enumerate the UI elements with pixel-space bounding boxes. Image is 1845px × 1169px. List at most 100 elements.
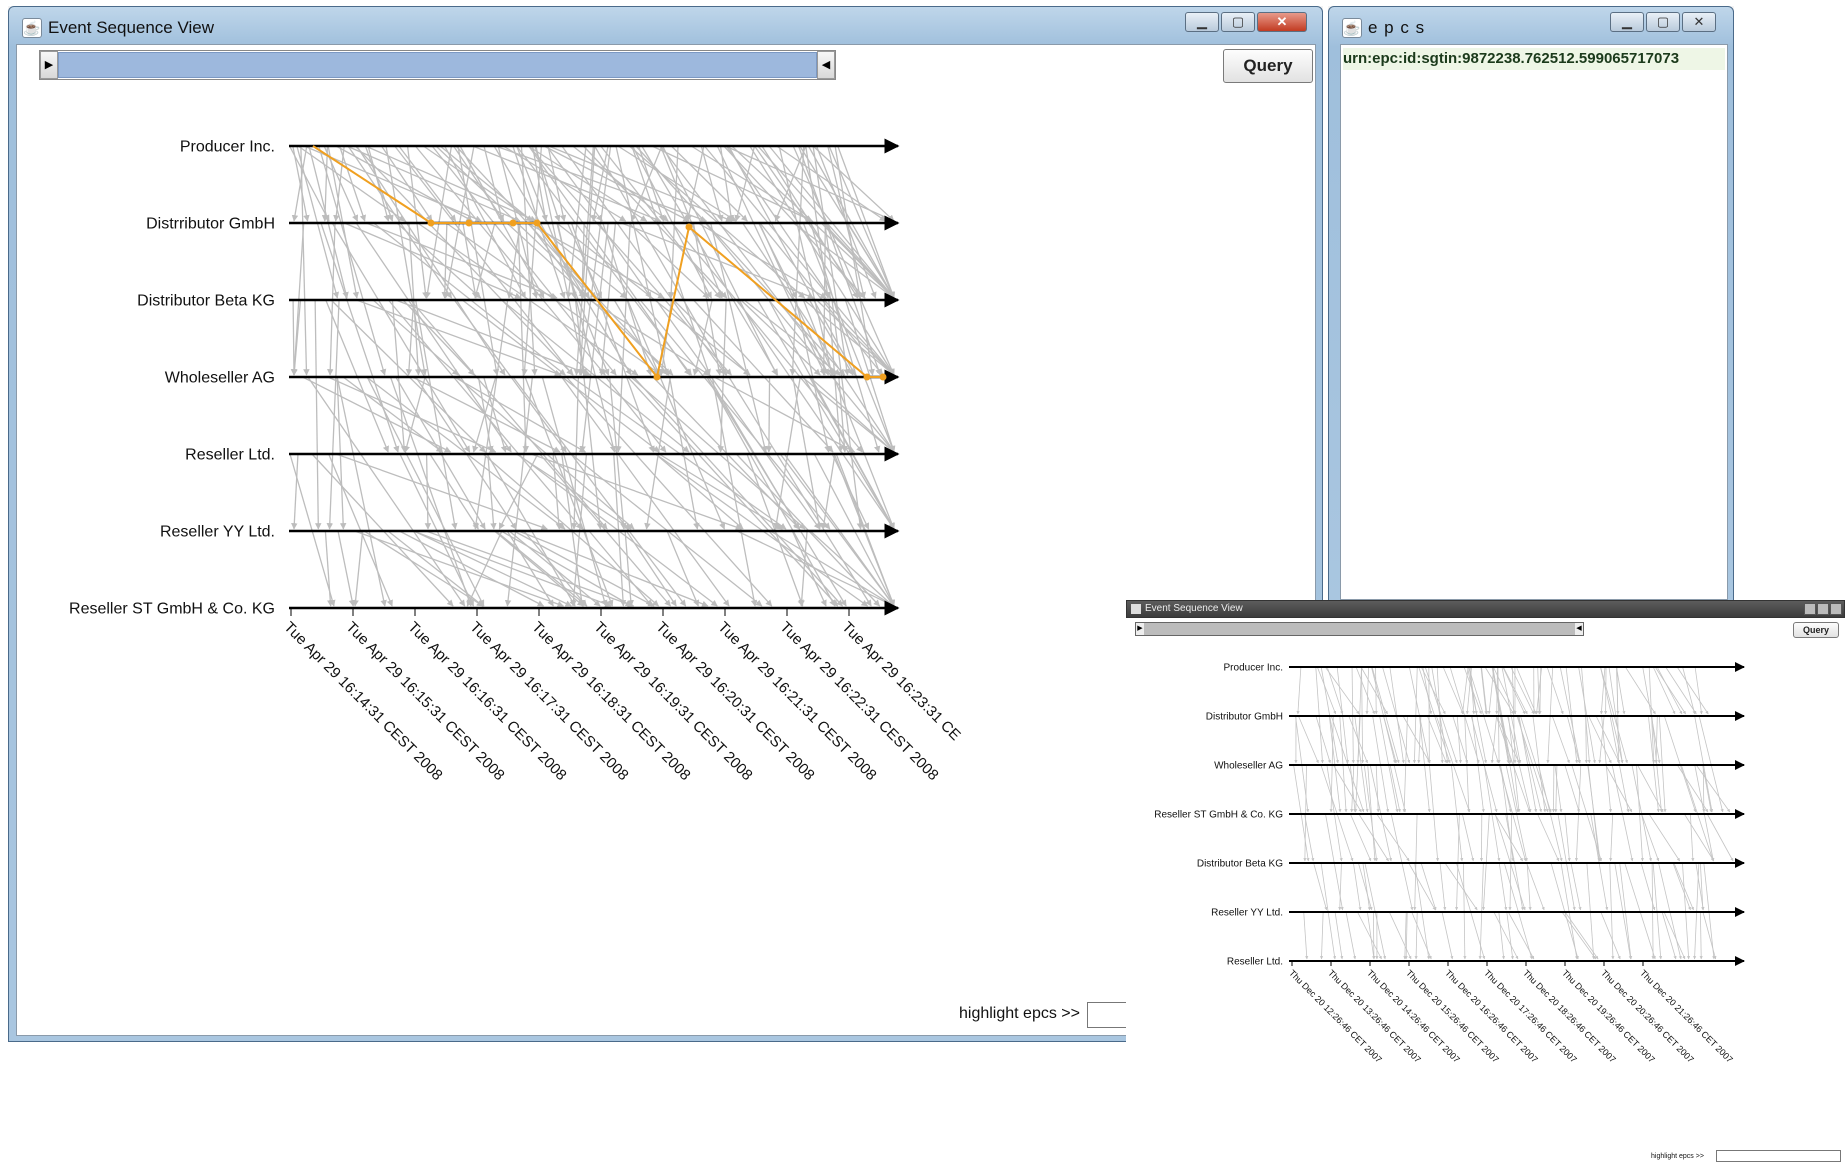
time-tick-label: Tue Apr 29 16:23:31 CE bbox=[838, 619, 963, 744]
event-edge bbox=[1672, 862, 1691, 911]
event-edge bbox=[834, 145, 875, 376]
close-icon[interactable]: ✕ bbox=[1682, 12, 1716, 32]
event-edge bbox=[1439, 862, 1447, 911]
event-edge bbox=[1648, 813, 1681, 862]
event-edge bbox=[1699, 911, 1703, 960]
event-edge bbox=[1414, 911, 1418, 960]
event-edge bbox=[798, 530, 808, 607]
event-edge bbox=[1526, 862, 1545, 911]
event-edge bbox=[1481, 666, 1489, 715]
event-edge bbox=[624, 530, 634, 607]
inset-highlight-label: highlight epcs >> bbox=[1651, 1153, 1704, 1160]
inset-highlight-input[interactable] bbox=[1716, 1150, 1841, 1162]
event-edge bbox=[389, 376, 473, 607]
event-edge bbox=[1303, 911, 1309, 960]
epcs-title-bar[interactable]: ☕ e p c s ▁ ▢ ✕ bbox=[1328, 6, 1734, 46]
event-edge bbox=[1375, 764, 1380, 813]
event-edge bbox=[1652, 666, 1676, 715]
event-edge bbox=[1570, 862, 1582, 911]
event-edge bbox=[1420, 862, 1437, 911]
minimize-icon[interactable]: ▁ bbox=[1610, 12, 1644, 32]
lane-label: Distributor Beta KG bbox=[1197, 859, 1283, 870]
close-icon[interactable]: ✕ bbox=[1257, 12, 1307, 32]
event-edge bbox=[1516, 666, 1537, 715]
lane-label: Reseller Ltd. bbox=[185, 447, 275, 464]
event-edge bbox=[424, 453, 432, 530]
event-edge bbox=[1441, 911, 1454, 960]
event-edge bbox=[1319, 911, 1324, 960]
event-edge bbox=[1566, 715, 1581, 764]
event-edge bbox=[1661, 911, 1677, 960]
event-edge bbox=[1444, 862, 1478, 911]
lane-label: Wholeseller AG bbox=[1214, 761, 1283, 772]
lane-label: Distributor Beta KG bbox=[137, 293, 275, 310]
epcs-list-item[interactable]: urn:epc:id:sgtin:9872238.762512.59906571… bbox=[1343, 48, 1725, 70]
event-edge bbox=[1389, 764, 1401, 813]
highlighted-event-marker bbox=[427, 219, 435, 227]
minimize-icon[interactable]: ▁ bbox=[1185, 12, 1219, 32]
event-edge bbox=[719, 145, 735, 222]
event-edge bbox=[765, 376, 773, 453]
highlighted-event-marker bbox=[863, 373, 871, 381]
event-edge bbox=[1546, 666, 1564, 715]
event-edge bbox=[1315, 715, 1331, 764]
java-icon: ☕ bbox=[1342, 18, 1362, 38]
event-edge bbox=[290, 299, 298, 376]
event-edge bbox=[1493, 911, 1519, 960]
event-edge bbox=[1641, 813, 1660, 862]
event-edge bbox=[352, 530, 364, 607]
highlighted-event-marker bbox=[465, 219, 473, 227]
lane-label: Reseller ST GmbH & Co. KG bbox=[69, 601, 275, 618]
event-edge bbox=[1699, 862, 1705, 911]
event-edge bbox=[1609, 813, 1614, 862]
event-edge bbox=[1350, 764, 1355, 813]
event-edge bbox=[356, 299, 562, 377]
event-edge bbox=[820, 453, 836, 530]
inset-sequence-chart: Producer Inc. Distributor GmbH Wholeseller… bbox=[1154, 662, 1745, 1065]
event-edge bbox=[1564, 813, 1571, 862]
event-edge bbox=[1357, 911, 1382, 960]
event-edge bbox=[1316, 666, 1337, 715]
event-edge bbox=[704, 145, 895, 376]
event-edge bbox=[1625, 666, 1656, 715]
event-edge bbox=[1461, 666, 1469, 715]
event-edge bbox=[1684, 813, 1715, 862]
event-edge bbox=[1411, 911, 1432, 960]
lane-label: Producer Inc. bbox=[1224, 663, 1283, 674]
event-edge bbox=[1663, 911, 1686, 960]
event-edge bbox=[385, 145, 428, 376]
event-edge bbox=[1408, 862, 1436, 911]
highlight-epcs-label: highlight epcs >> bbox=[959, 1005, 1080, 1022]
lane-label: Reseller ST GmbH & Co. KG bbox=[1154, 810, 1283, 821]
event-edge bbox=[1564, 764, 1580, 813]
inset-window: Event Sequence View ▶ ◀ Query Producer I… bbox=[1126, 600, 1845, 1169]
event-edge bbox=[331, 222, 471, 453]
event-edge bbox=[1334, 911, 1344, 960]
event-edge bbox=[1345, 911, 1357, 960]
epcs-list[interactable]: urn:epc:id:sgtin:9872238.762512.59906571… bbox=[1340, 44, 1728, 600]
event-edge bbox=[1605, 764, 1633, 813]
event-edge bbox=[1551, 715, 1570, 764]
maximize-icon[interactable]: ▢ bbox=[1646, 12, 1680, 32]
event-edge bbox=[1374, 666, 1378, 715]
event-edge bbox=[1702, 911, 1717, 960]
main-title-bar[interactable]: ☕ Event Sequence View ▁ ▢ ✕ bbox=[8, 6, 1323, 46]
event-edge bbox=[812, 145, 895, 222]
event-edge bbox=[1296, 666, 1302, 715]
event-edge bbox=[1654, 715, 1658, 764]
event-edge bbox=[1600, 911, 1621, 960]
event-edge bbox=[706, 376, 836, 607]
event-edge bbox=[366, 376, 485, 607]
event-edge bbox=[1422, 666, 1433, 715]
event-edge bbox=[1442, 666, 1464, 715]
event-edge bbox=[494, 530, 584, 607]
event-edge bbox=[1365, 666, 1370, 715]
event-edge bbox=[561, 376, 730, 607]
event-edge bbox=[395, 299, 591, 376]
highlighted-event-marker bbox=[533, 219, 541, 227]
maximize-icon[interactable]: ▢ bbox=[1221, 12, 1255, 32]
event-edge bbox=[1465, 666, 1472, 715]
event-edge bbox=[641, 145, 779, 376]
event-edge bbox=[1689, 813, 1695, 862]
event-edge bbox=[324, 530, 334, 607]
